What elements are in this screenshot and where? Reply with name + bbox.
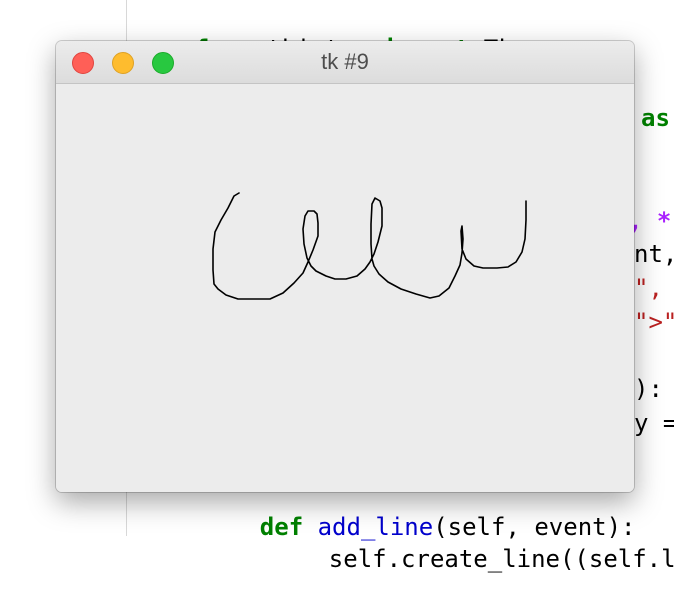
code-line-create: self.create_line((self.l <box>271 508 674 610</box>
freehand-stroke <box>212 192 527 300</box>
code-fragment: y = <box>634 409 674 437</box>
code-fragment: as <box>641 104 670 132</box>
code-fragment: nt, <box>634 240 674 268</box>
tk-window[interactable]: tk #9 <box>56 41 634 492</box>
code-fragment: ", <box>634 274 663 302</box>
code-fragment: ): <box>634 375 663 403</box>
window-title: tk #9 <box>321 49 369 74</box>
code-fragment: ">", <box>634 308 674 336</box>
code-fragment: , * <box>628 207 672 235</box>
drawing-surface <box>212 192 527 300</box>
drawing-canvas[interactable] <box>56 84 634 492</box>
title-bar[interactable]: tk #9 <box>56 41 634 84</box>
code-token: self.create_line((self.l <box>328 545 674 573</box>
